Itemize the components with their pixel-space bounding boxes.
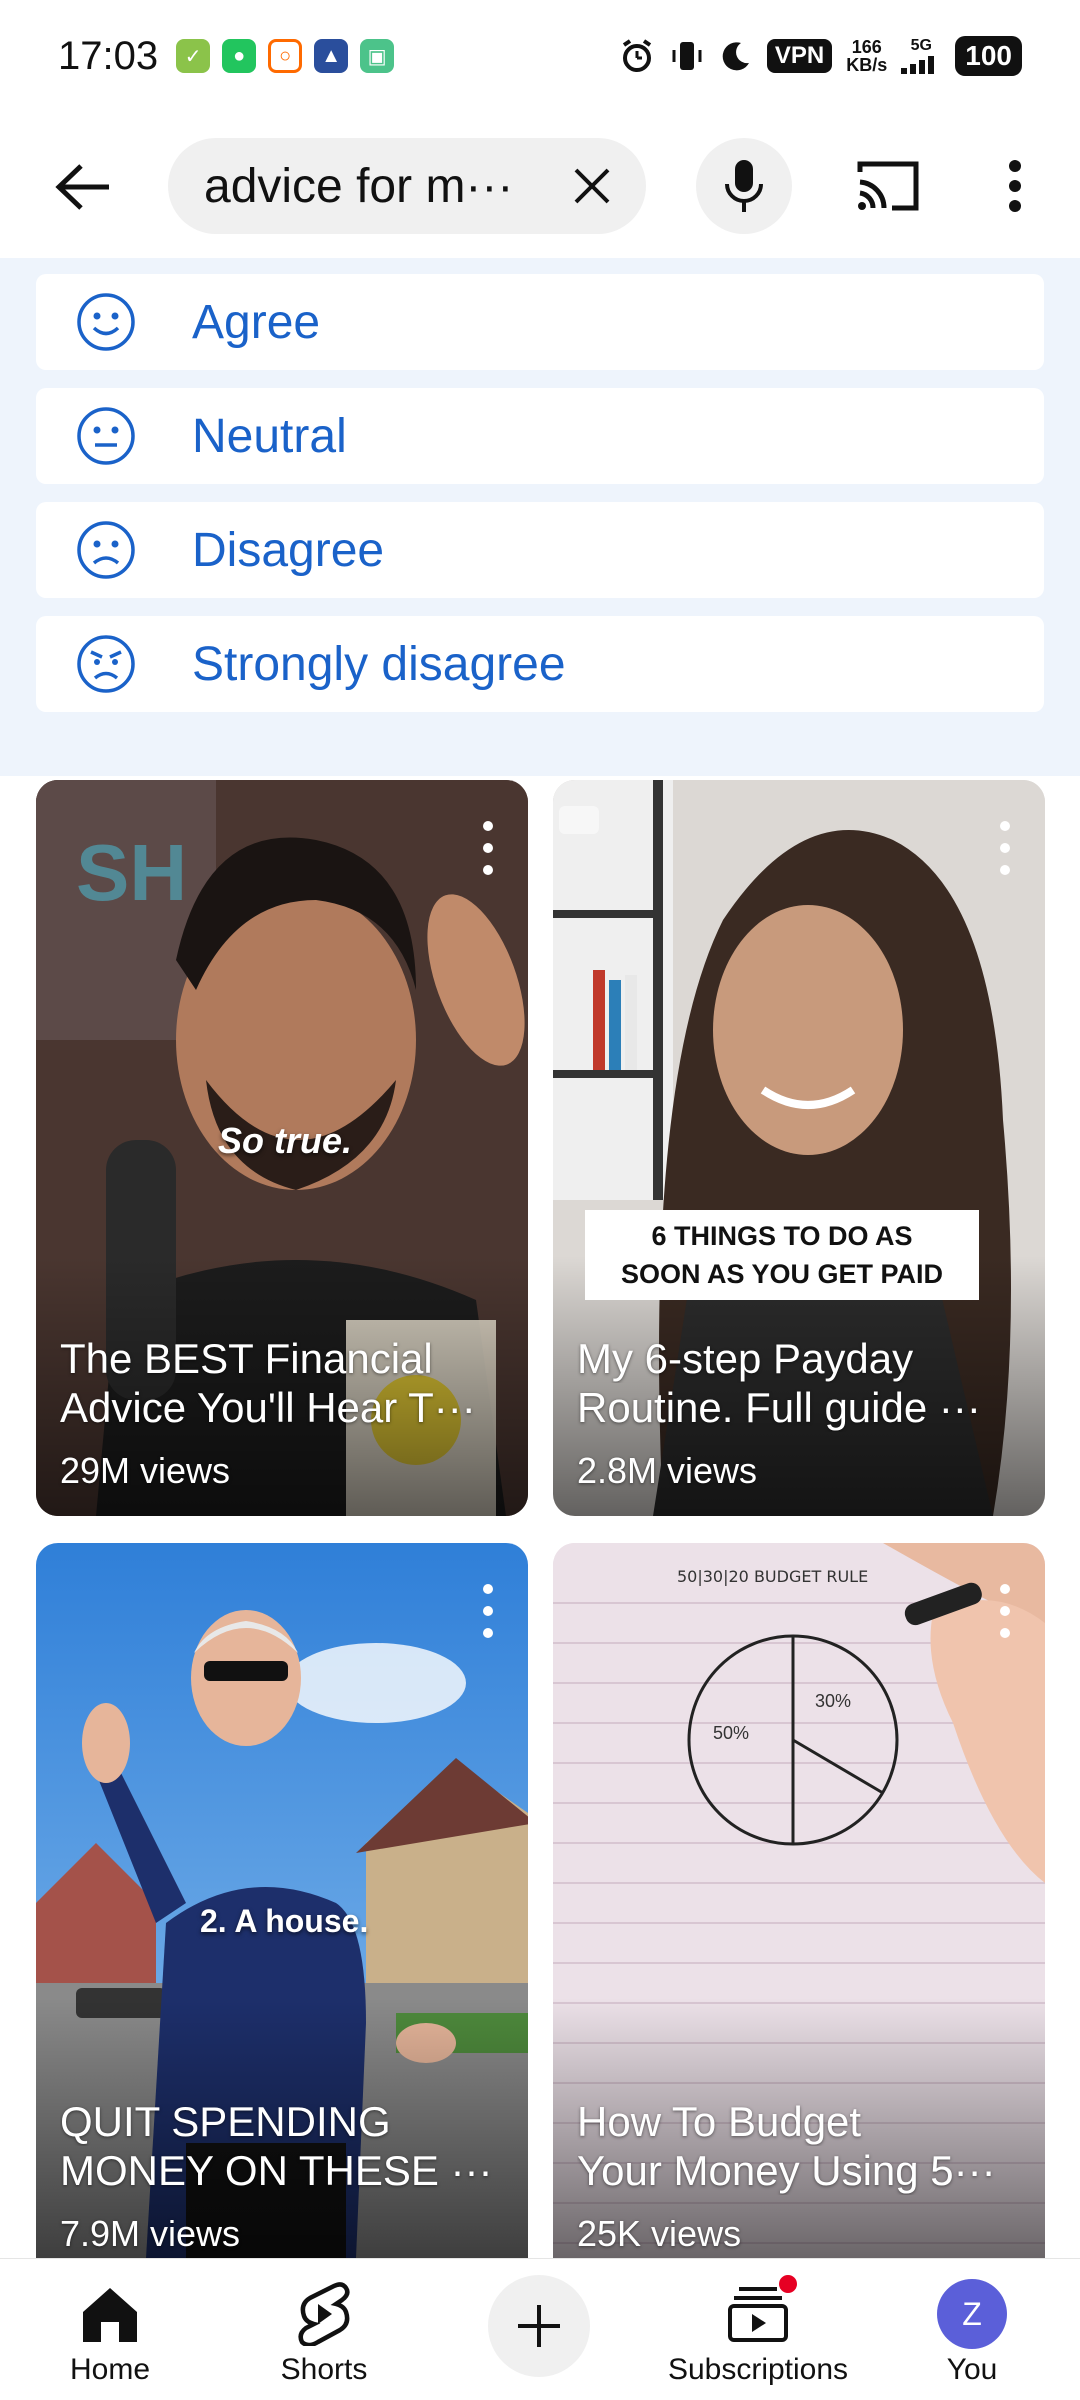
cast-button[interactable]: [848, 146, 928, 226]
video-more-icon[interactable]: [478, 1581, 498, 1641]
wechat-icon: ●: [222, 39, 257, 73]
svg-text:SH: SH: [76, 828, 187, 917]
you-icon-wrapper: Z: [937, 2279, 1007, 2349]
survey-option-label: Agree: [192, 295, 321, 349]
search-header: advice for m···: [0, 130, 1080, 242]
cast-icon: [857, 161, 919, 211]
video-title: The BEST Financial Advice You'll Hear T·…: [60, 1334, 498, 1432]
nav-you-label: You: [946, 2353, 998, 2386]
nav-you[interactable]: Z You: [882, 2267, 1062, 2397]
thumbnail-overlay-text: 2. A house.: [200, 1903, 369, 1939]
video-card[interactable]: 50|30|20 BUDGET RULE 50% 30% How To Budg…: [553, 1543, 1045, 2258]
speed-value: 166: [851, 37, 882, 57]
frown-face-icon: [77, 521, 135, 579]
thumbnail-caption-line: SOON AS YOU GET PAID: [620, 1259, 944, 1289]
nav-home-label: Home: [69, 2353, 151, 2386]
home-icon: [75, 2279, 145, 2349]
survey-option-label: Strongly disagree: [192, 637, 566, 691]
video-more-icon[interactable]: [995, 818, 1015, 878]
create-button[interactable]: [488, 2275, 590, 2377]
survey-option-strongly-disagree[interactable]: Strongly disagree: [36, 616, 1044, 712]
video-title: QUIT SPENDING MONEY ON THESE ···: [60, 2097, 498, 2195]
alarm-icon: [622, 39, 652, 72]
video-title-line: QUIT SPENDING: [60, 2098, 391, 2145]
status-bar: 17:03 ✓ ● ○ ▲ ▣ VPN 166 KB/s 5G 100: [0, 0, 1080, 112]
video-views: 7.9M views: [60, 2213, 241, 2254]
survey-option-agree[interactable]: Agree: [36, 274, 1044, 370]
thumbnail-overlay-text: So true.: [218, 1120, 353, 1161]
chart-label-30: 30%: [815, 1691, 852, 1711]
video-title-line: How To Budget: [577, 2098, 862, 2145]
thumbnail-handwritten-title: 50|30|20 BUDGET RULE: [677, 1567, 869, 1586]
nav-home[interactable]: Home: [20, 2267, 200, 2397]
status-app-icons: ✓ ● ○ ▲ ▣: [176, 39, 395, 73]
status-time: 17:03: [58, 33, 159, 78]
arrow-left-icon: [55, 164, 109, 210]
network-type: 5G: [910, 37, 932, 54]
video-card[interactable]: 2. A house. QUIT SPENDING MONEY ON THESE…: [36, 1543, 528, 2258]
video-more-icon[interactable]: [995, 1581, 1015, 1641]
survey-option-disagree[interactable]: Disagree: [36, 502, 1044, 598]
video-views: 2.8M views: [577, 1450, 758, 1491]
vibrate-icon: [672, 42, 702, 70]
signal-bars-icon: [901, 56, 935, 74]
signal-indicator: 5G: [901, 38, 941, 74]
video-title-line: My 6-step Payday: [577, 1335, 914, 1382]
video-title-line: The BEST Financial: [60, 1335, 433, 1382]
more-vertical-icon: [1009, 160, 1021, 212]
status-indicators: VPN 166 KB/s 5G 100: [619, 36, 1022, 76]
microphone-icon: [725, 160, 763, 212]
voice-search-button[interactable]: [696, 138, 792, 234]
video-views: 29M views: [60, 1450, 231, 1491]
survey-option-neutral[interactable]: Neutral: [36, 388, 1044, 484]
nav-subscriptions[interactable]: Subscriptions: [660, 2267, 856, 2397]
survey-option-label: Disagree: [192, 523, 385, 577]
task-app-icon: ✓: [176, 39, 211, 73]
video-title-line: Routine. Full guide ···: [577, 1384, 981, 1431]
video-title-line: Your Money Using 5···: [577, 2147, 996, 2194]
thumbnail-caption-line: 6 THINGS TO DO AS: [651, 1221, 913, 1251]
more-options-button[interactable]: [985, 146, 1045, 226]
video-views: 25K views: [577, 2213, 742, 2254]
thumbnail-caption-box: 6 THINGS TO DO AS SOON AS YOU GET PAID: [585, 1210, 979, 1300]
video-title: My 6-step Payday Routine. Full guide ···: [577, 1334, 1015, 1432]
battery-level: 100: [955, 36, 1022, 76]
search-query-text: advice for m···: [204, 159, 514, 213]
neutral-face-icon: [77, 407, 135, 465]
video-title: How To Budget Your Money Using 5···: [577, 2097, 1015, 2195]
green-app-icon: ▣: [360, 39, 395, 73]
video-title-line: MONEY ON THESE ···: [60, 2147, 493, 2194]
plus-icon: [518, 2305, 560, 2347]
clear-search-button[interactable]: [566, 160, 618, 212]
screen: 17:03 ✓ ● ○ ▲ ▣ VPN 166 KB/s 5G 100 advic…: [0, 0, 1080, 2400]
video-title-line: Advice You'll Hear T···: [60, 1384, 476, 1431]
avatar: Z: [937, 2279, 1007, 2349]
chart-label-50: 50%: [713, 1723, 750, 1743]
survey-panel: Agree Neutral Disagree Strongly disagree: [0, 258, 1080, 776]
video-card[interactable]: SH So true. The BEST Financial Advice Yo…: [36, 780, 528, 1516]
nav-shorts-label: Shorts: [280, 2353, 368, 2386]
video-more-icon[interactable]: [478, 818, 498, 878]
circle-app-icon: ○: [268, 39, 303, 73]
shorts-icon: [289, 2279, 359, 2349]
bottom-navigation: Home Shorts Subscriptions Z You: [0, 2258, 1080, 2400]
smile-face-icon: [77, 293, 135, 351]
notification-dot: [777, 2273, 799, 2295]
video-card[interactable]: 6 THINGS TO DO AS SOON AS YOU GET PAID M…: [553, 780, 1045, 1516]
nav-shorts[interactable]: Shorts: [234, 2267, 414, 2397]
cat-app-icon: ▲: [314, 39, 349, 73]
network-speed: 166 KB/s: [846, 38, 887, 74]
moon-icon: [722, 42, 749, 71]
speed-unit: KB/s: [846, 55, 888, 75]
nav-subscriptions-label: Subscriptions: [667, 2353, 849, 2386]
angry-face-icon: [77, 635, 135, 693]
close-icon: [574, 168, 610, 204]
speaker-icon: [559, 806, 599, 834]
vpn-badge: VPN: [766, 39, 833, 73]
subscriptions-icon: [723, 2273, 799, 2349]
back-button[interactable]: [48, 152, 118, 222]
search-input[interactable]: advice for m···: [168, 138, 646, 234]
survey-option-label: Neutral: [192, 409, 347, 463]
